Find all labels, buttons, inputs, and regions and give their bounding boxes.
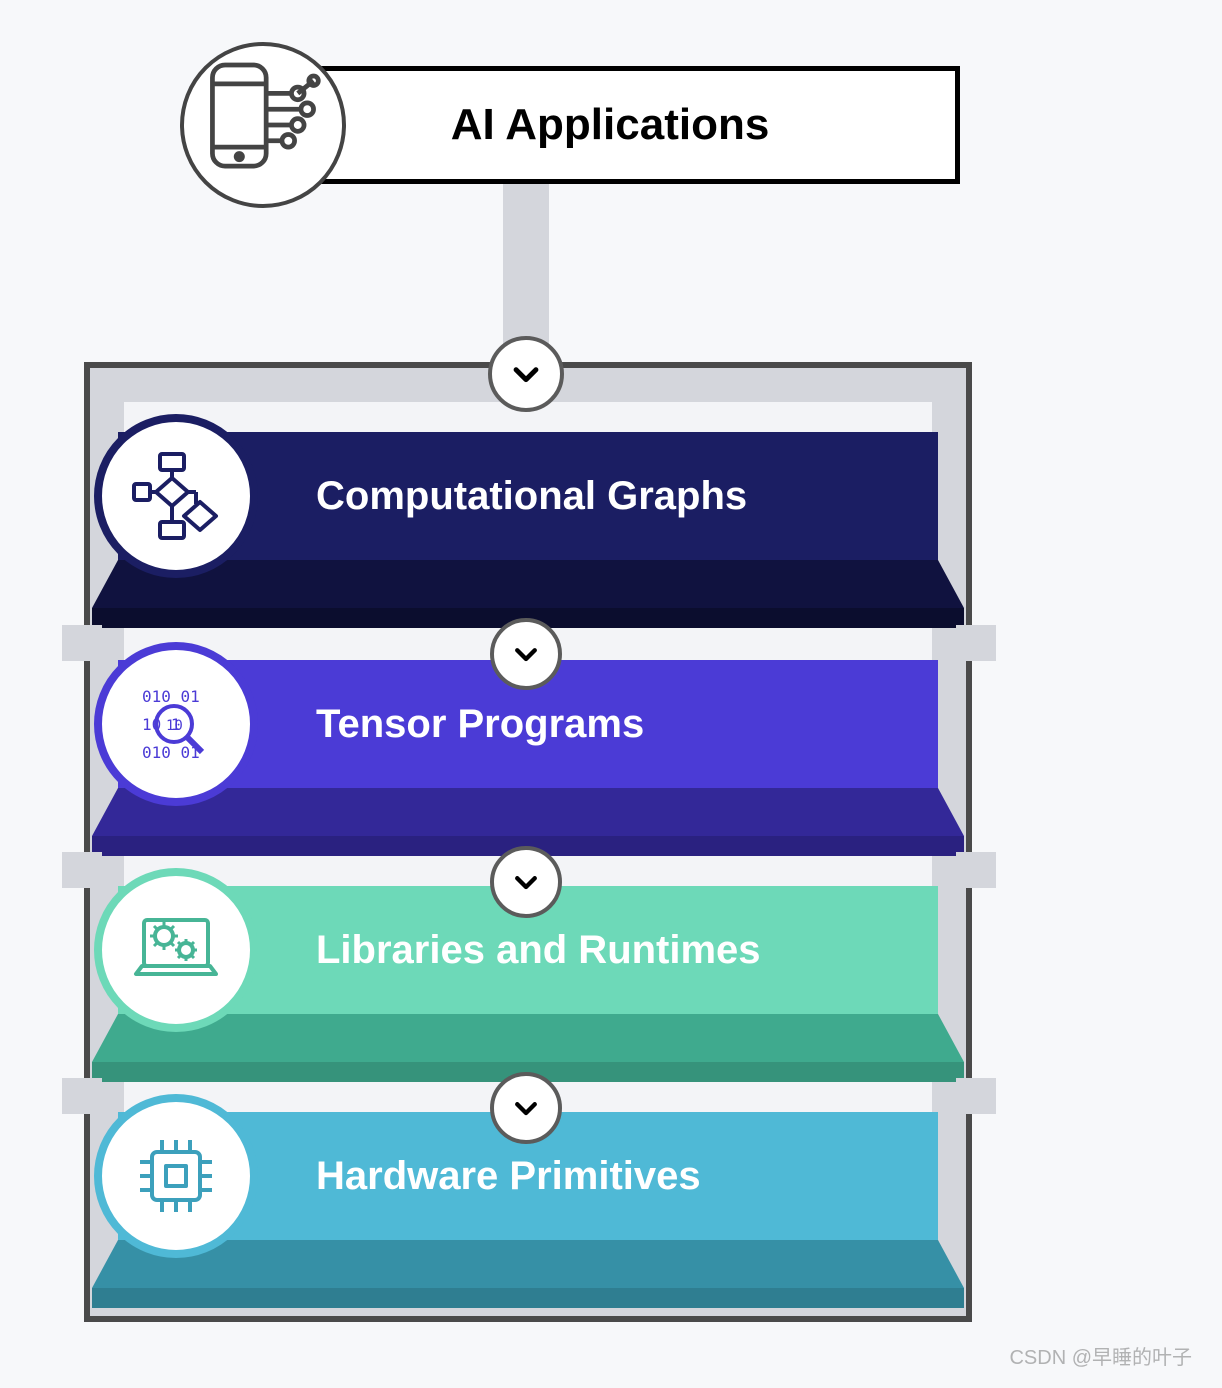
- laptop-gears-icon: [94, 868, 258, 1032]
- svg-text:010 01: 010 01: [142, 687, 200, 706]
- layer-label: Libraries and Runtimes: [316, 928, 761, 973]
- layer-label: Hardware Primitives: [316, 1154, 701, 1199]
- layer-label: Tensor Programs: [316, 702, 644, 747]
- chevron-down-icon: [488, 336, 564, 412]
- app-ai-icon: [180, 42, 346, 208]
- layer-computational-graphs: Computational Graphs: [118, 432, 938, 560]
- diagram-canvas: AI Applications Computationa: [0, 0, 1222, 1388]
- binary-magnify-icon: 010 01 10 1 010 01 10: [94, 642, 258, 806]
- side-decor: [956, 625, 996, 661]
- side-decor: [62, 625, 102, 661]
- svg-text:10: 10: [166, 718, 183, 734]
- side-decor: [62, 852, 102, 888]
- svg-text:010 01: 010 01: [142, 743, 200, 762]
- shelf-slope: [92, 788, 964, 836]
- shelf-slope: [92, 560, 964, 608]
- chip-icon: [94, 1094, 258, 1258]
- shelf-front: [92, 1288, 964, 1308]
- chevron-down-icon: [490, 618, 562, 690]
- chevron-down-icon: [490, 846, 562, 918]
- layer-label: Computational Graphs: [316, 474, 747, 519]
- watermark-text: CSDN @早睡的叶子: [1009, 1341, 1192, 1370]
- flowchart-icon: [94, 414, 258, 578]
- chevron-down-icon: [490, 1072, 562, 1144]
- ai-applications-title: AI Applications: [451, 100, 770, 150]
- ai-applications-box: AI Applications: [260, 66, 960, 184]
- shelf-slope: [92, 1240, 964, 1288]
- side-decor: [62, 1078, 102, 1114]
- side-decor: [956, 1078, 996, 1114]
- shelf-slope: [92, 1014, 964, 1062]
- side-decor: [956, 852, 996, 888]
